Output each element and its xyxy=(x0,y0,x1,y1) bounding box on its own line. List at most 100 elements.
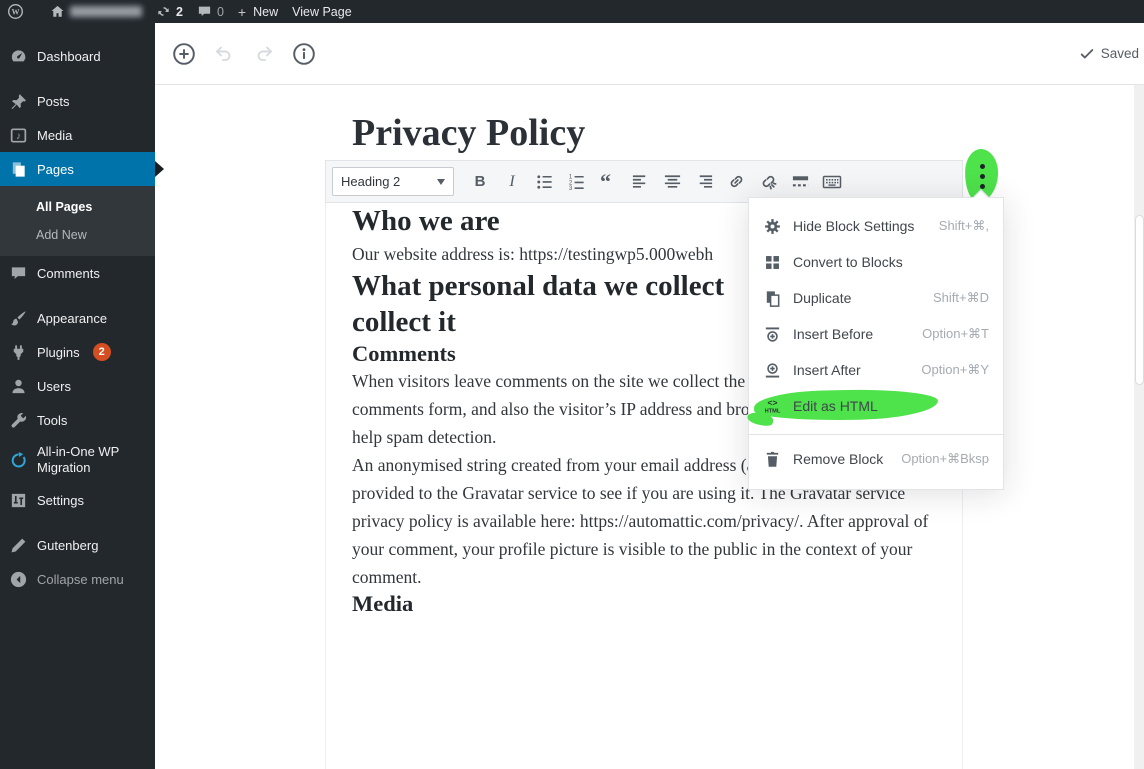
menu-item-insert-before[interactable]: Insert Before Option+⌘T xyxy=(749,316,1003,352)
updates-menu[interactable]: 2 xyxy=(149,0,190,23)
bulleted-list-button[interactable] xyxy=(529,167,559,197)
comment-bubble-icon xyxy=(197,4,212,19)
sidebar-item-label: Posts xyxy=(37,94,70,109)
svg-text:W: W xyxy=(11,8,19,17)
site-name-redacted xyxy=(70,6,142,17)
user-icon xyxy=(9,377,28,396)
updates-count: 2 xyxy=(176,5,183,19)
numbered-list-button[interactable]: 123 xyxy=(561,167,591,197)
bulleted-list-icon xyxy=(535,172,554,191)
align-left-icon xyxy=(631,172,650,191)
unlink-icon xyxy=(759,172,778,191)
sidebar-item-label: Comments xyxy=(37,266,100,281)
content-structure-button[interactable] xyxy=(289,39,319,69)
undo-button[interactable] xyxy=(209,39,239,69)
sidebar-item-posts[interactable]: Posts xyxy=(0,84,155,118)
sidebar-item-appearance[interactable]: Appearance xyxy=(0,301,155,335)
numbered-list-icon: 123 xyxy=(567,172,586,191)
sidebar-item-pages[interactable]: Pages xyxy=(0,152,155,186)
sidebar-item-media[interactable]: ♪ Media xyxy=(0,118,155,152)
insert-before-icon xyxy=(763,325,782,344)
scrollbar-track xyxy=(1134,85,1144,769)
sidebar-item-label: Media xyxy=(37,128,72,143)
menu-item-insert-after[interactable]: Insert After Option+⌘Y xyxy=(749,352,1003,388)
sidebar-item-settings[interactable]: Settings xyxy=(0,483,155,517)
editor-header: Saved xyxy=(155,23,1144,85)
block-inserter-button[interactable] xyxy=(169,39,199,69)
redo-button[interactable] xyxy=(249,39,279,69)
menu-separator xyxy=(0,290,155,301)
menu-separator xyxy=(0,73,155,84)
align-right-button[interactable] xyxy=(689,167,719,197)
menu-shortcut: Shift+⌘D xyxy=(933,290,989,306)
pages-icon xyxy=(9,160,28,179)
sidebar-item-users[interactable]: Users xyxy=(0,369,155,403)
sidebar-item-all-in-one-wp-migration[interactable]: All-in-One WP Migration xyxy=(0,437,155,483)
sidebar-item-plugins[interactable]: Plugins 2 xyxy=(0,335,155,369)
menu-item-convert-to-blocks[interactable]: Convert to Blocks xyxy=(749,244,1003,280)
blockquote-button[interactable]: “ xyxy=(593,167,623,197)
italic-button[interactable]: I xyxy=(497,167,527,197)
menu-shortcut: Option+⌘Bksp xyxy=(901,451,989,467)
heading-media[interactable]: Media xyxy=(352,591,941,617)
align-left-button[interactable] xyxy=(625,167,655,197)
sidebar-item-label: Dashboard xyxy=(37,49,101,64)
insert-after-icon xyxy=(763,361,782,380)
block-options-menu: Hide Block Settings Shift+⌘, Convert to … xyxy=(748,197,1004,490)
sidebar-item-label: Gutenberg xyxy=(37,538,98,553)
svg-text:♪: ♪ xyxy=(16,131,21,142)
sidebar-item-label: Collapse menu xyxy=(37,572,124,587)
svg-text:“: “ xyxy=(600,172,611,192)
align-center-icon xyxy=(663,172,682,191)
sidebar-item-dashboard[interactable]: Dashboard xyxy=(0,39,155,73)
sidebar-item-tools[interactable]: Tools xyxy=(0,403,155,437)
saved-label: Saved xyxy=(1101,46,1139,61)
comments-menu[interactable]: 0 xyxy=(190,0,231,23)
bold-button[interactable]: B xyxy=(465,167,495,197)
blocks-icon xyxy=(763,253,782,272)
admin-sidebar: Dashboard Posts ♪ Media Pages All Pages … xyxy=(0,23,155,769)
wordpress-menu[interactable]: W xyxy=(0,0,31,23)
align-right-icon xyxy=(695,172,714,191)
more-tag-button[interactable] xyxy=(785,167,815,197)
inserter-plus-icon xyxy=(172,42,196,66)
collapse-menu-button[interactable]: Collapse menu xyxy=(0,562,155,596)
pages-submenu: All Pages Add New xyxy=(0,186,155,256)
unlink-button[interactable] xyxy=(753,167,783,197)
html-icon: <> HTML xyxy=(763,397,782,416)
svg-text:<>: <> xyxy=(768,397,778,407)
updates-icon xyxy=(156,4,171,19)
brush-icon xyxy=(9,309,28,328)
menu-item-duplicate[interactable]: Duplicate Shift+⌘D xyxy=(749,280,1003,316)
link-icon xyxy=(727,172,746,191)
sidebar-item-label: Tools xyxy=(37,413,67,428)
sidebar-subitem-add-new[interactable]: Add New xyxy=(0,221,155,249)
active-menu-arrow xyxy=(155,161,172,177)
format-select[interactable]: Heading 2 xyxy=(332,167,454,196)
page-title-input[interactable]: Privacy Policy xyxy=(352,111,585,155)
keyboard-button[interactable] xyxy=(817,167,847,197)
duplicate-icon xyxy=(763,289,782,308)
chevron-down-icon xyxy=(437,179,445,189)
sidebar-subitem-all-pages[interactable]: All Pages xyxy=(0,193,155,221)
plus-icon: + xyxy=(238,5,246,19)
menu-item-hide-block-settings[interactable]: Hide Block Settings Shift+⌘, xyxy=(749,208,1003,244)
sidebar-item-label: Appearance xyxy=(37,311,107,326)
link-button[interactable] xyxy=(721,167,751,197)
comments-count: 0 xyxy=(217,5,224,19)
site-menu[interactable] xyxy=(43,0,149,23)
menu-item-edit-as-html[interactable]: <> HTML Edit as HTML xyxy=(749,388,1003,424)
new-menu[interactable]: + New xyxy=(231,0,285,23)
scrollbar-thumb[interactable] xyxy=(1135,215,1144,385)
view-page-link[interactable]: View Page xyxy=(285,0,359,23)
menu-divider xyxy=(749,434,1003,435)
home-icon xyxy=(50,4,65,19)
pencil-icon xyxy=(9,536,28,555)
menu-item-remove-block[interactable]: Remove Block Option+⌘Bksp xyxy=(749,441,1003,477)
sidebar-item-gutenberg[interactable]: Gutenberg xyxy=(0,528,155,562)
new-label: New xyxy=(253,5,278,19)
undo-icon xyxy=(213,43,235,65)
align-center-button[interactable] xyxy=(657,167,687,197)
plugins-update-badge: 2 xyxy=(93,343,111,361)
sidebar-item-comments[interactable]: Comments xyxy=(0,256,155,290)
